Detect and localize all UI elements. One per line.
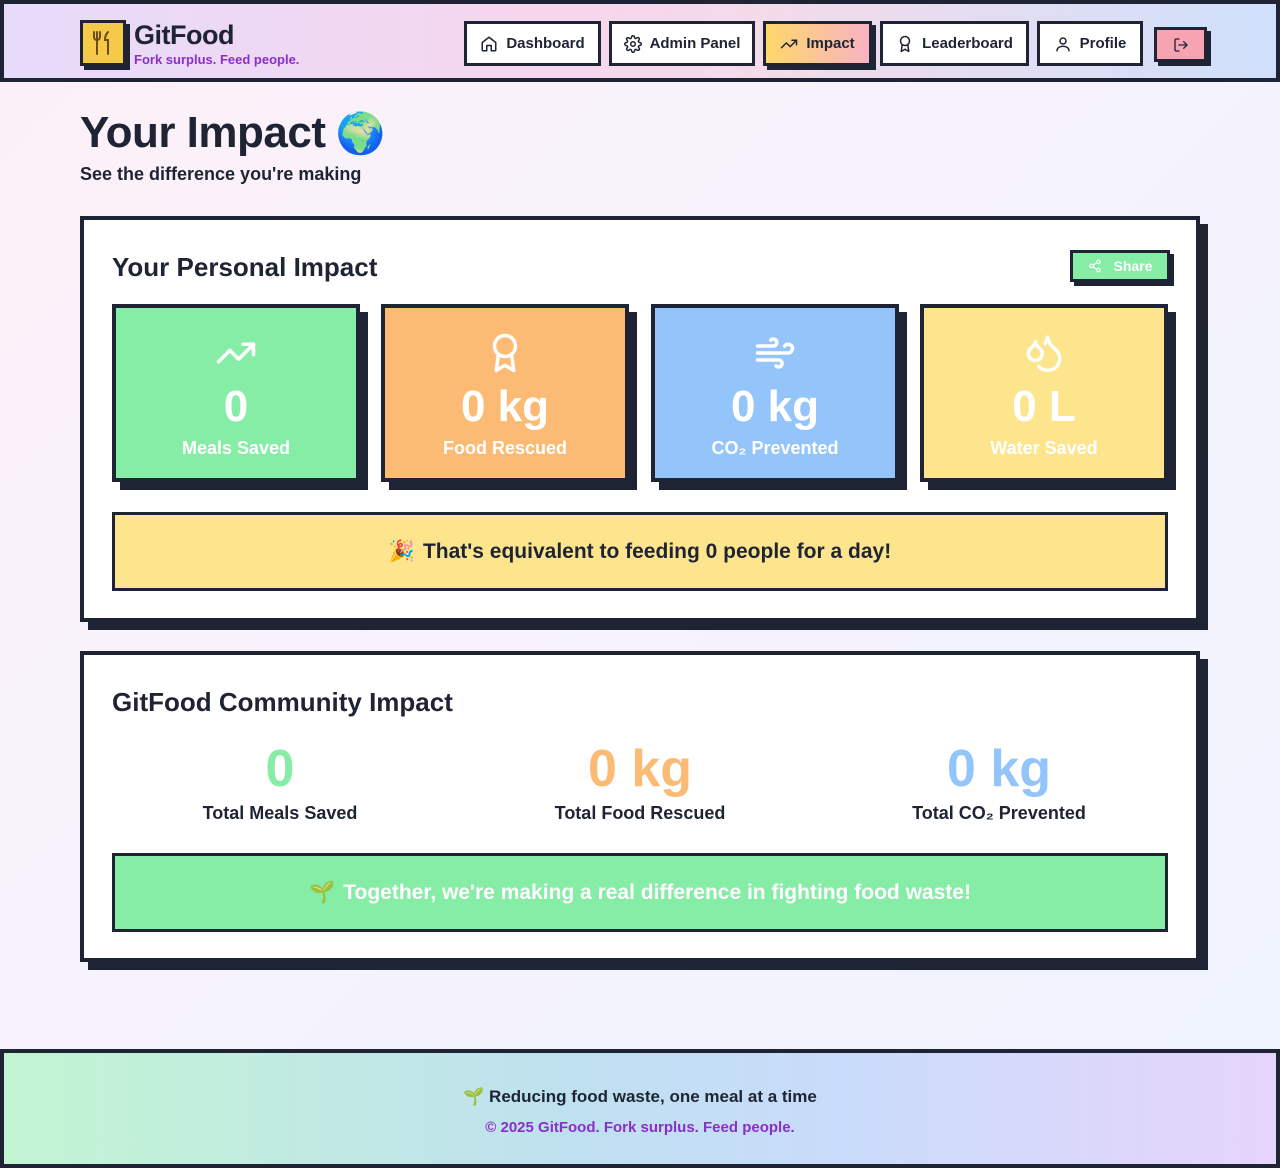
nav-admin-panel[interactable]: Admin Panel <box>609 21 755 66</box>
user-icon <box>1055 36 1070 51</box>
stat-label: CO₂ Prevented <box>711 438 839 458</box>
nav-admin-panel-label: Admin Panel <box>649 35 741 52</box>
community-stat-co2: 0 kg Total CO₂ Prevented <box>849 739 1149 824</box>
share-button[interactable]: Share <box>1070 250 1170 282</box>
community-stat-label: Total Meals Saved <box>202 803 358 823</box>
app-header: GitFood Fork surplus. Feed people. Dashb… <box>0 0 1280 82</box>
fork-knife-icon[interactable] <box>80 20 126 66</box>
nav-leaderboard-label: Leaderboard <box>922 35 1013 52</box>
award-icon <box>492 333 518 373</box>
community-impact-title: GitFood Community Impact <box>112 687 453 717</box>
page-subtitle: See the difference you're making <box>80 164 362 184</box>
personal-impact-title: Your Personal Impact <box>112 252 378 282</box>
footer-slogan: 🌱 Reducing food waste, one meal at a tim… <box>4 1087 1276 1107</box>
party-icon: 🎉 <box>388 539 415 563</box>
nav-impact-label: Impact <box>806 35 855 52</box>
stat-label: Water Saved <box>990 438 1098 458</box>
stat-value: 0 kg <box>730 382 820 431</box>
trending-up-icon <box>216 342 256 364</box>
community-stat-food: 0 kg Total Food Rescued <box>490 739 790 824</box>
share-icon <box>1088 259 1101 273</box>
nav-dashboard[interactable]: Dashboard <box>464 21 601 66</box>
wind-icon <box>755 337 795 369</box>
app-footer: 🌱 Reducing food waste, one meal at a tim… <box>0 1049 1280 1168</box>
community-stat-value: 0 kg <box>946 740 1052 798</box>
logout-icon <box>1173 37 1188 52</box>
home-icon <box>481 36 497 51</box>
stat-value: 0 kg <box>460 382 550 431</box>
community-stat-value: 0 <box>265 740 295 798</box>
nav-profile[interactable]: Profile <box>1037 21 1143 66</box>
stat-meals-saved: 0 Meals Saved <box>112 304 360 482</box>
page-title: Your Impact 🌍 <box>80 108 385 158</box>
nav-impact[interactable]: Impact <box>763 21 872 66</box>
community-impact-card: GitFood Community Impact 0 Total Meals S… <box>80 651 1200 962</box>
stat-label: Food Rescued <box>442 438 567 458</box>
gear-icon <box>623 34 642 53</box>
community-banner: 🌱 Together, we're making a real differen… <box>112 853 1168 932</box>
nav-dashboard-label: Dashboard <box>506 35 585 52</box>
footer-copyright: © 2025 GitFood. Fork surplus. Feed peopl… <box>485 1119 795 1136</box>
logout-button[interactable] <box>1154 27 1207 62</box>
stat-food-rescued: 0 kg Food Rescued <box>381 304 629 482</box>
nav-profile-label: Profile <box>1079 35 1127 52</box>
community-stat-value: 0 kg <box>587 740 693 798</box>
personal-impact-card: Your Personal Impact Share 0 Meals Saved… <box>80 216 1200 622</box>
award-icon <box>899 35 911 52</box>
community-stat-label: Total Food Rescued <box>554 803 726 823</box>
brand-tagline: Fork surplus. Feed people. <box>134 52 300 67</box>
stat-value: 0 L <box>1012 382 1076 431</box>
nav-leaderboard[interactable]: Leaderboard <box>880 21 1029 66</box>
page-title-text: Your Impact <box>80 108 326 157</box>
stat-water-saved: 0 L Water Saved <box>920 304 1168 482</box>
community-stat-label: Total CO₂ Prevented <box>912 803 1086 823</box>
brand-name[interactable]: GitFood <box>134 20 234 51</box>
stat-co2-prevented: 0 kg CO₂ Prevented <box>651 304 899 482</box>
trending-up-icon <box>781 39 798 48</box>
stat-label: Meals Saved <box>181 438 291 458</box>
seedling-icon: 🌱 <box>463 1087 485 1107</box>
banner-text: That's equivalent to feeding 0 people fo… <box>422 539 892 563</box>
personal-equivalence-banner: 🎉 That's equivalent to feeding 0 people … <box>112 512 1168 591</box>
footer-slogan-text: Reducing food waste, one meal at a time <box>489 1087 817 1106</box>
share-label: Share <box>1113 258 1153 274</box>
seedling-icon: 🌱 <box>309 880 336 904</box>
droplets-icon <box>1026 335 1062 373</box>
globe-icon: 🌍 <box>335 110 386 157</box>
stat-value: 0 <box>223 382 249 431</box>
banner-text: Together, we're making a real difference… <box>343 880 971 904</box>
community-stat-meals: 0 Total Meals Saved <box>130 739 430 824</box>
